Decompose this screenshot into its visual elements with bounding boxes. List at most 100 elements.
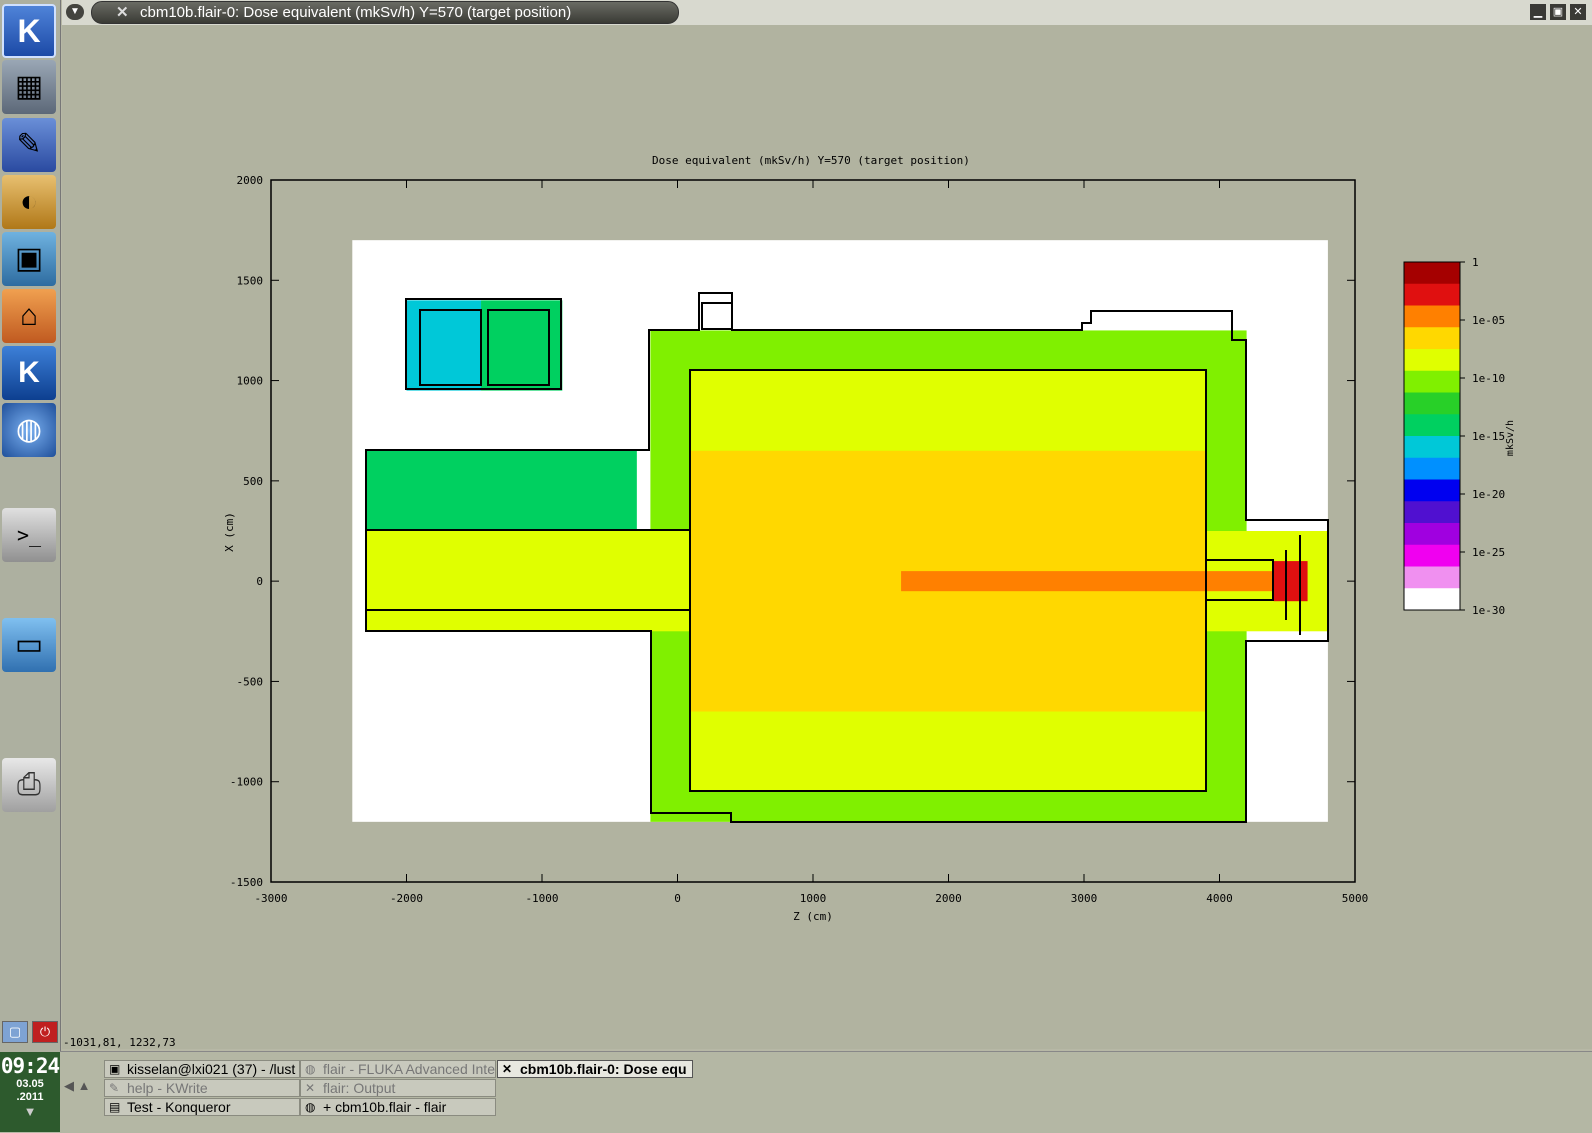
x-tick-label: -1000 [525,892,558,905]
taskbar-item-label: flair - FLUKA Advanced Inte [323,1061,495,1077]
flair-icon: ◍ [305,1100,316,1114]
colorbar: 1 1e-05 1e-10 1e-15 1e-20 1e-25 1e-30 [1403,256,1505,617]
desktop-settings-icon[interactable]: ▭ [2,618,56,672]
colorbar-tick-label: 1 [1472,256,1479,269]
web-browser-icon[interactable]: ◍ [2,403,56,457]
clock-date-year: .2011 [16,1091,44,1103]
kile-icon[interactable]: K [2,346,56,400]
close-icon[interactable]: ✕ [1570,4,1586,20]
colorbar-tick-label: 1e-30 [1472,604,1505,617]
heatmap-region-beam [901,571,1288,592]
colorbar-segment [1404,566,1460,589]
colorbar-segment [1404,283,1460,306]
x-window-icon: ✕ [116,4,129,21]
colorbar-segment [1404,436,1460,459]
clock[interactable]: 09:24 03.05 .2011 ▼ [0,1052,60,1132]
x-tick-label: 0 [674,892,681,905]
heatmap-region-left-corridor-upper [365,450,637,531]
taskbar-item-active[interactable]: ✕ cbm10b.flair-0: Dose equ [497,1060,693,1078]
chevron-left-icon[interactable]: ◀ [64,1078,74,1093]
taskbar-item-label: cbm10b.flair-0: Dose equ [520,1061,687,1077]
chevron-down-icon[interactable]: ▼ [0,1104,60,1119]
taskbar-item-label: + cbm10b.flair - flair [323,1099,447,1115]
colorbar-segment [1404,305,1460,328]
taskbar: ◀ ▲ ▣ kisselan@lxi021 (37) - /lust ◍ flair… [60,1051,1592,1133]
taskbar-item-label: help - KWrite [127,1080,208,1096]
lock-screen-icon[interactable]: ▢ [2,1021,28,1043]
colorbar-tick-label: 1e-05 [1472,314,1505,327]
y-tick-label: 1500 [237,274,264,287]
chevron-up-icon[interactable]: ▲ [78,1078,91,1093]
colorbar-segment [1404,370,1460,393]
home-folder-icon[interactable]: ⌂ [2,289,56,343]
y-tick-label: 1000 [237,375,264,388]
colorbar-tick-label: 1e-25 [1472,546,1505,559]
taskbar-item[interactable]: ▤ Test - Konqueror [104,1098,300,1116]
colorbar-segment [1404,479,1460,502]
konqueror-icon: ▤ [109,1100,121,1114]
clock-time: 09:24 [0,1054,60,1078]
kwrite-icon: ✎ [109,1081,120,1095]
kde-menu-icon[interactable]: K [2,4,56,58]
colorbar-segment [1404,544,1460,567]
colorbar-segment [1404,588,1460,611]
y-tick-label: -500 [237,675,264,688]
terminal-icon: ▣ [109,1062,121,1076]
plot-window[interactable]: Dose equivalent (mkSv/h) Y=570 (target p… [62,25,1592,1049]
calculator-icon[interactable]: ▦ [2,60,56,114]
taskbar-item[interactable]: ▣ kisselan@lxi021 (37) - /lust [104,1060,300,1078]
maximize-icon[interactable]: ▣ [1550,4,1566,20]
colorbar-tick-label: 1e-10 [1472,372,1505,385]
colorbar-tick-label: 1e-15 [1472,430,1505,443]
minimize-icon[interactable]: ▁ [1530,4,1546,20]
y-tick-label: -1000 [230,776,263,789]
taskbar-item-label: kisselan@lxi021 (37) - /lust [127,1061,296,1077]
colorbar-tick-label: 1e-20 [1472,488,1505,501]
colorbar-segment [1404,392,1460,415]
y-tick-label: 2000 [237,174,264,187]
cursor-coordinates: -1031,81, 1232,73 [63,1036,176,1049]
kde-panel: K ▦ ✎ ◐ ▣ ⌂ K ◍ >_ ▭ ⎙ ▢ ⏻ [0,0,61,1071]
session-buttons: ▢ ⏻ [2,1021,58,1043]
colorbar-segment [1404,457,1460,480]
dose-plot[interactable]: Dose equivalent (mkSv/h) Y=570 (target p… [62,25,1592,1049]
image-viewer-icon[interactable]: ▣ [2,232,56,286]
y-axis-label: X (cm) [223,512,236,552]
y-tick-label: -1500 [230,876,263,889]
taskbar-item[interactable]: ✎ help - KWrite [104,1079,300,1097]
window-titlebar[interactable]: ▼ ✕ cbm10b.flair-0: Dose equivalent (mkS… [62,0,1592,25]
logout-icon[interactable]: ⏻ [32,1021,58,1043]
window-title-pill[interactable]: ✕ cbm10b.flair-0: Dose equivalent (mkSv/… [91,1,679,24]
paint-palette-icon[interactable]: ◐ [2,175,56,229]
window-menu-icon[interactable]: ▼ [66,4,84,20]
taskbar-item[interactable]: ◍ + cbm10b.flair - flair [300,1098,496,1116]
colorbar-segment [1404,523,1460,546]
x-axis-label: Z (cm) [793,910,833,923]
text-editor-icon[interactable]: ✎ [2,118,56,172]
taskbar-nav[interactable]: ◀ ▲ [64,1078,91,1094]
window-title: cbm10b.flair-0: Dose equivalent (mkSv/h)… [140,4,572,21]
printer-icon[interactable]: ⎙ [2,758,56,812]
x-tick-label: -3000 [254,892,287,905]
x-tick-label: 1000 [800,892,827,905]
heatmap-region-target [1273,561,1308,602]
taskbar-item-label: flair: Output [323,1080,396,1096]
clock-date-day-month: 03.05 [16,1078,44,1090]
colorbar-segment [1404,414,1460,437]
heatmap-region-upper-room-left [406,300,482,391]
taskbar-item[interactable]: ◍ flair - FLUKA Advanced Inte [300,1060,496,1078]
x-window-icon: ✕ [502,1062,513,1076]
taskbar-item-label: Test - Konqueror [127,1099,231,1115]
x-tick-label: 3000 [1071,892,1098,905]
colorbar-segment [1404,262,1460,285]
y-tick-label: 0 [256,575,263,588]
x-tick-label: 5000 [1342,892,1369,905]
taskbar-item[interactable]: ✕ flair: Output [300,1079,496,1097]
colorbar-label: mkSv/h [1505,420,1516,456]
x-window-icon: ✕ [305,1081,316,1095]
terminal-icon[interactable]: >_ [2,508,56,562]
chart-title: Dose equivalent (mkSv/h) Y=570 (target p… [652,154,970,167]
colorbar-segment [1404,349,1460,372]
colorbar-segment [1404,501,1460,524]
x-tick-label: 4000 [1206,892,1233,905]
